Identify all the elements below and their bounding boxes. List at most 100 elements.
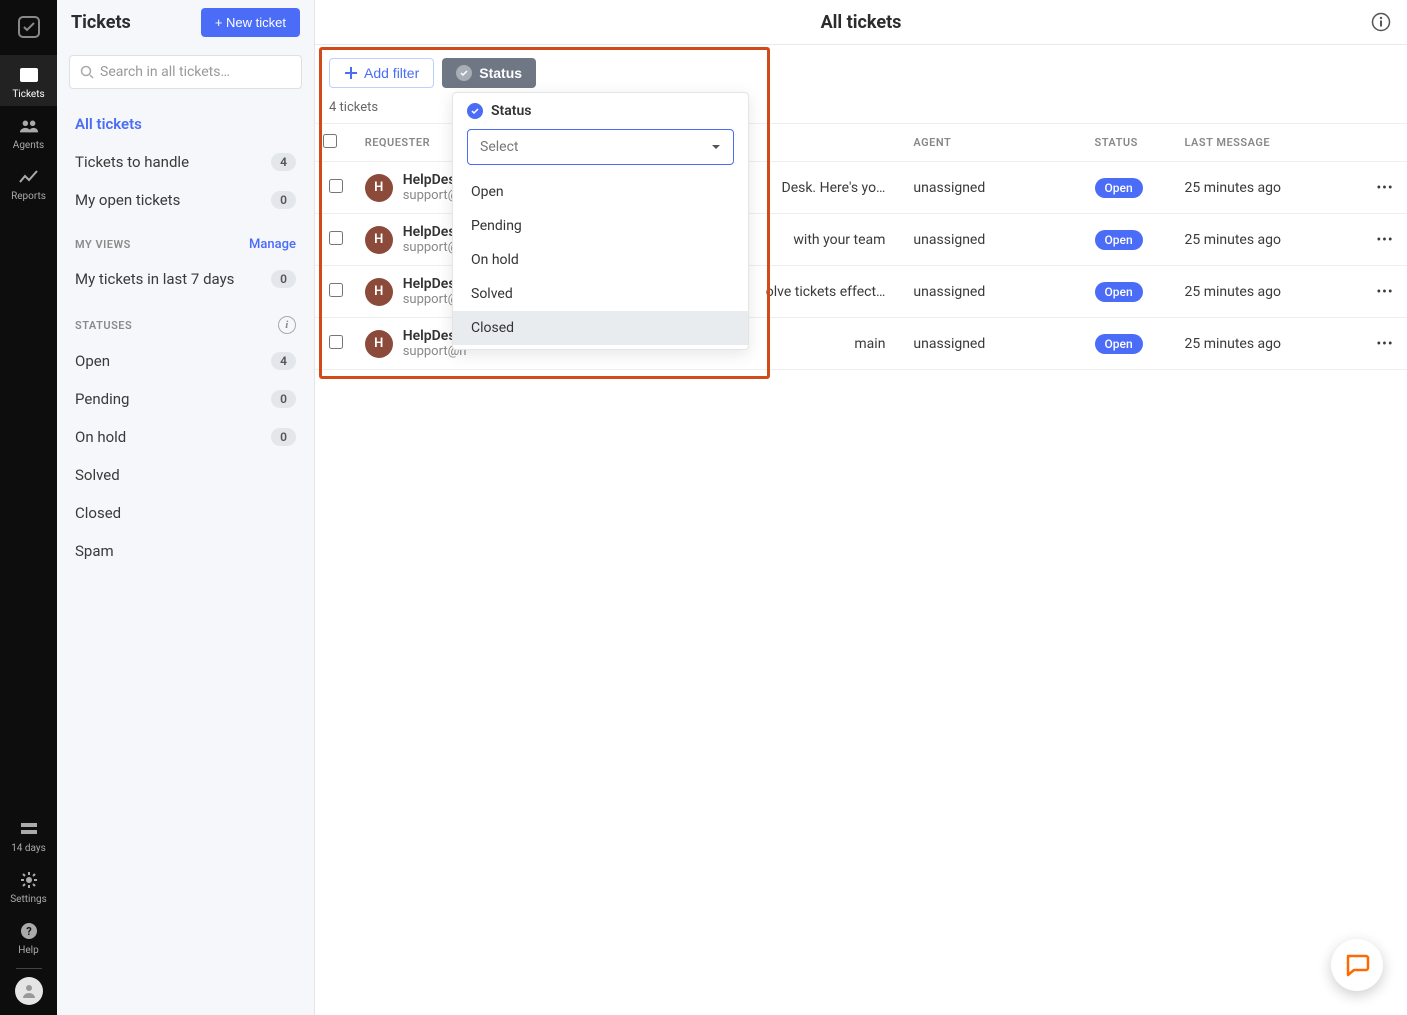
status-option-closed[interactable]: Closed — [453, 311, 748, 345]
avatar: H — [365, 278, 393, 306]
gear-icon — [19, 870, 39, 890]
status-cell: Open — [1087, 214, 1177, 266]
chat-icon — [1344, 952, 1370, 978]
view-count: 0 — [271, 191, 296, 209]
new-ticket-button[interactable]: + New ticket — [201, 8, 300, 37]
status-option-on-hold[interactable]: On hold — [453, 243, 748, 277]
view-label: All tickets — [75, 115, 142, 133]
plus-icon — [344, 66, 358, 80]
header-info-icon[interactable] — [1371, 12, 1391, 32]
row-menu-button[interactable]: ••• — [1363, 318, 1407, 370]
info-icon[interactable]: i — [278, 316, 296, 334]
add-filter-button[interactable]: Add filter — [329, 58, 434, 88]
ticket-icon — [19, 65, 39, 85]
col-agent[interactable]: AGENT — [905, 124, 1086, 162]
status-option-pending[interactable]: Pending — [453, 209, 748, 243]
rail-separator — [16, 968, 42, 969]
check-circle-icon — [467, 103, 483, 119]
col-actions — [1363, 124, 1407, 162]
status-badge: Open — [1095, 178, 1143, 198]
status-cell: Open — [1087, 318, 1177, 370]
reports-icon — [19, 167, 39, 187]
rail-tickets[interactable]: Tickets — [0, 55, 57, 106]
rail-settings[interactable]: Settings — [0, 860, 57, 911]
status-closed[interactable]: Closed — [57, 494, 314, 532]
add-filter-label: Add filter — [364, 65, 419, 81]
status-badge: Open — [1095, 334, 1143, 354]
select-all-checkbox[interactable] — [323, 134, 337, 148]
status-spam[interactable]: Spam — [57, 532, 314, 570]
avatar: H — [365, 174, 393, 202]
main-header: All tickets — [315, 0, 1407, 45]
section-statuses: STATUSES i — [57, 298, 314, 342]
rail-reports[interactable]: Reports — [0, 157, 57, 208]
app-logo — [0, 4, 57, 49]
view-label: Tickets to handle — [75, 153, 189, 171]
row-menu-button[interactable]: ••• — [1363, 214, 1407, 266]
check-circle-icon — [456, 65, 472, 81]
search-input[interactable]: Search in all tickets… — [69, 55, 302, 89]
status-badge: Open — [1095, 230, 1143, 250]
view-count: 4 — [271, 153, 296, 171]
status-options: OpenPendingOn holdSolvedClosed — [453, 171, 748, 349]
row-menu-button[interactable]: ••• — [1363, 266, 1407, 318]
sidebar-header: Tickets + New ticket — [57, 0, 314, 45]
status-label: On hold — [75, 428, 126, 446]
user-avatar[interactable] — [15, 977, 43, 1005]
col-checkbox — [315, 124, 357, 162]
status-label: Spam — [75, 542, 114, 560]
calendar-icon — [19, 819, 39, 839]
sidebar: Tickets + New ticket Search in all ticke… — [57, 0, 315, 1015]
view-my-tickets-7-days[interactable]: My tickets in last 7 days 0 — [57, 260, 314, 298]
row-menu-button[interactable]: ••• — [1363, 162, 1407, 214]
help-icon: ? — [19, 921, 39, 941]
status-count: 0 — [271, 428, 296, 446]
view-all-tickets[interactable]: All tickets — [57, 105, 314, 143]
search-placeholder: Search in all tickets… — [100, 64, 230, 80]
status-filter-button[interactable]: Status — [442, 58, 536, 88]
sidebar-views: All tickets Tickets to handle 4 My open … — [57, 95, 314, 580]
status-open[interactable]: Open4 — [57, 342, 314, 380]
row-checkbox[interactable] — [329, 231, 343, 245]
status-option-open[interactable]: Open — [453, 175, 748, 209]
agent-cell: unassigned — [905, 266, 1086, 318]
avatar: H — [365, 226, 393, 254]
rail-trial[interactable]: 14 days — [0, 809, 57, 860]
col-last-message[interactable]: LAST MESSAGE — [1176, 124, 1363, 162]
status-filter-panel: Status Select OpenPendingOn holdSolvedCl… — [452, 92, 749, 350]
view-tickets-to-handle[interactable]: Tickets to handle 4 — [57, 143, 314, 181]
row-checkbox[interactable] — [329, 283, 343, 297]
last-message-cell: 25 minutes ago — [1176, 214, 1363, 266]
manage-link[interactable]: Manage — [249, 237, 296, 252]
status-pending[interactable]: Pending0 — [57, 380, 314, 418]
last-message-cell: 25 minutes ago — [1176, 266, 1363, 318]
status-solved[interactable]: Solved — [57, 456, 314, 494]
svg-text:?: ? — [26, 925, 32, 938]
avatar: H — [365, 330, 393, 358]
rail-agents[interactable]: Agents — [0, 106, 57, 157]
search-icon — [80, 65, 94, 79]
col-status[interactable]: STATUS — [1087, 124, 1177, 162]
view-my-open-tickets[interactable]: My open tickets 0 — [57, 181, 314, 219]
status-option-solved[interactable]: Solved — [453, 277, 748, 311]
status-on-hold[interactable]: On hold 0 — [57, 418, 314, 456]
page-title: All tickets — [821, 12, 902, 33]
rail-label: Agents — [13, 140, 44, 151]
status-count: 4 — [271, 352, 296, 370]
view-label: My tickets in last 7 days — [75, 270, 234, 288]
rail-help[interactable]: ? Help — [0, 911, 57, 962]
row-checkbox[interactable] — [329, 335, 343, 349]
status-label: Closed — [75, 504, 121, 522]
status-label: Solved — [75, 466, 120, 484]
status-select[interactable]: Select — [467, 129, 734, 165]
status-cell: Open — [1087, 162, 1177, 214]
row-checkbox[interactable] — [329, 179, 343, 193]
chat-button[interactable] — [1331, 939, 1383, 991]
sidebar-title: Tickets — [71, 12, 131, 33]
section-label: MY VIEWS — [75, 238, 131, 251]
status-cell: Open — [1087, 266, 1177, 318]
panel-header: Status — [453, 93, 748, 129]
view-count: 0 — [271, 270, 296, 288]
section-my-views: MY VIEWS Manage — [57, 219, 314, 260]
status-badge: Open — [1095, 282, 1143, 302]
